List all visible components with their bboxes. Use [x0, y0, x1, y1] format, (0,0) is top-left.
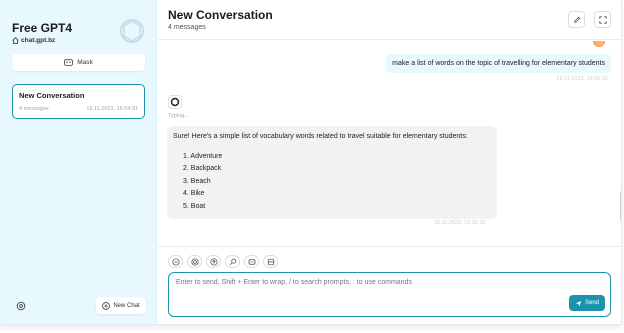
openai-logo-icon	[170, 97, 180, 107]
send-icon	[575, 300, 582, 306]
plus-icon	[102, 301, 111, 310]
action-mask-button[interactable]	[244, 255, 259, 268]
chat-header: New Conversation 4 messages	[158, 0, 621, 40]
fullscreen-button[interactable]	[594, 11, 611, 28]
message-scrollbar[interactable]	[620, 191, 621, 221]
brand-subtitle-text: chat.gpt.bz	[21, 37, 56, 44]
mask-icon	[64, 59, 74, 66]
action-search-button[interactable]	[225, 255, 240, 268]
conversation-meta: 4 messages 16.11.2023, 16:54:31	[19, 106, 138, 112]
bot-message: Sure! Here's a simple list of vocabulary…	[167, 126, 497, 219]
new-chat-button[interactable]: New Chat	[96, 297, 146, 314]
brand-subtitle: chat.gpt.bz	[12, 37, 55, 44]
app-window: Free GPT4 chat.gpt.bz Mask New Conversat…	[0, 0, 622, 325]
home-icon	[12, 37, 19, 44]
edit-button[interactable]	[568, 11, 585, 28]
conversation-title: New Conversation	[19, 91, 85, 100]
bot-message-date: 16.11.2023, 16:55:26	[434, 220, 486, 226]
sidebar: Free GPT4 chat.gpt.bz Mask New Conversat…	[0, 0, 157, 324]
layout-icon	[267, 258, 274, 265]
action-scroll-button[interactable]	[206, 255, 221, 268]
conversation-date: 16.11.2023, 16:54:31	[86, 106, 138, 112]
page-title: New Conversation	[168, 8, 273, 22]
list-item: 4. Bike	[183, 190, 205, 198]
action-layout-button[interactable]	[263, 255, 278, 268]
user-message: make a list of words on the topic of tra…	[386, 54, 611, 73]
action-theme-button[interactable]	[187, 255, 202, 268]
vocabulary-list: 1. Adventure 2. Backpack 3. Beach 4. Bik…	[173, 151, 491, 213]
typing-indicator: Typing...	[168, 113, 189, 119]
input-area: Enter to send, Shift + Enter to wrap, / …	[158, 246, 621, 324]
bot-message-intro: Sure! Here's a simple list of vocabulary…	[173, 133, 468, 140]
chat-input-placeholder: Enter to send, Shift + Enter to wrap, / …	[176, 279, 412, 286]
arrow-up-icon	[209, 257, 218, 266]
send-label: Send	[584, 300, 599, 306]
bot-avatar	[168, 95, 182, 109]
conversation-count: 4 messages	[19, 106, 49, 112]
user-message-date: 16.11.2023, 16:55:26	[556, 76, 608, 82]
mask-button[interactable]: Mask	[12, 54, 145, 71]
message-list: make a list of words on the topic of tra…	[158, 41, 621, 246]
theme-icon	[190, 257, 199, 266]
list-item: 2. Backpack	[183, 165, 222, 173]
conversation-item[interactable]: New Conversation 4 messages 16.11.2023, …	[12, 84, 145, 119]
fullscreen-icon	[598, 15, 607, 24]
mask-label: Mask	[77, 59, 93, 66]
action-stop-button[interactable]	[168, 255, 183, 268]
user-avatar	[593, 41, 605, 47]
list-item: 3. Beach	[183, 177, 211, 185]
minus-icon	[171, 257, 180, 266]
chat-input[interactable]: Enter to send, Shift + Enter to wrap, / …	[168, 272, 611, 317]
settings-button[interactable]	[12, 297, 30, 315]
list-item: 1. Adventure	[183, 153, 223, 160]
list-item: 5. Boat	[183, 202, 206, 210]
page-subtitle: 4 messages	[168, 24, 206, 31]
settings-icon	[16, 301, 26, 311]
openai-logo-icon	[120, 19, 144, 43]
edit-icon	[573, 16, 580, 23]
send-button[interactable]: Send	[569, 295, 605, 311]
search-icon	[229, 258, 236, 265]
robot-icon	[248, 258, 255, 265]
chat-main: New Conversation 4 messages make a list …	[158, 0, 621, 324]
new-chat-label: New Chat	[113, 302, 140, 309]
brand-title: Free GPT4	[12, 21, 73, 35]
input-actions	[168, 255, 278, 268]
